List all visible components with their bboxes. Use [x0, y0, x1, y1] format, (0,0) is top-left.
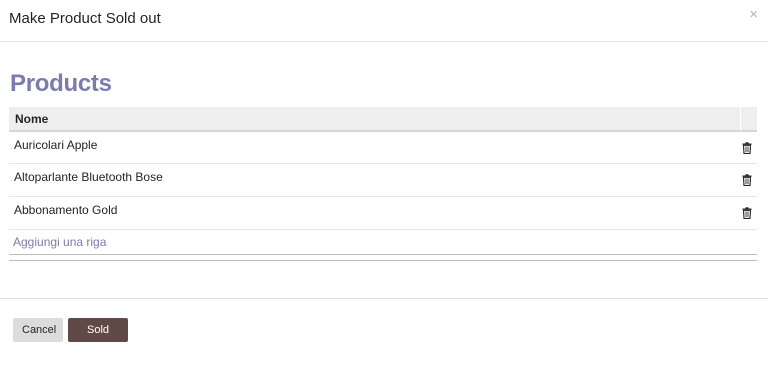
- close-icon[interactable]: ×: [749, 6, 758, 24]
- product-name-cell[interactable]: Abbonamento Gold: [14, 203, 117, 217]
- modal-title: Make Product Sold out: [9, 10, 161, 27]
- products-table: Nome Auricolari Apple Altoparlante Bluet…: [9, 107, 757, 261]
- table-row[interactable]: Abbonamento Gold: [9, 197, 757, 230]
- add-line-link[interactable]: Aggiungi una riga: [13, 235, 106, 249]
- trash-icon[interactable]: [742, 142, 752, 154]
- table-row[interactable]: Auricolari Apple: [9, 131, 757, 164]
- cancel-button[interactable]: Cancel: [13, 318, 63, 342]
- trash-icon[interactable]: [742, 207, 752, 219]
- product-name-cell[interactable]: Auricolari Apple: [14, 138, 97, 152]
- trash-icon[interactable]: [742, 174, 752, 186]
- modal-header: Make Product Sold out ×: [0, 0, 768, 42]
- table-row[interactable]: Altoparlante Bluetooth Bose: [9, 164, 757, 197]
- table-footer: [9, 255, 757, 261]
- product-name-cell[interactable]: Altoparlante Bluetooth Bose: [14, 170, 163, 184]
- column-header-nome[interactable]: Nome: [15, 112, 48, 126]
- sold-out-button[interactable]: Sold out!: [68, 318, 128, 360]
- modal-dialog: Make Product Sold out × Products Nome Au…: [0, 0, 768, 360]
- modal-footer: Cancel Sold out!: [0, 298, 768, 360]
- section-title: Products: [10, 70, 112, 97]
- table-header: Nome: [9, 107, 757, 131]
- column-header-actions: [740, 107, 757, 131]
- add-line-row: Aggiungi una riga: [9, 230, 757, 255]
